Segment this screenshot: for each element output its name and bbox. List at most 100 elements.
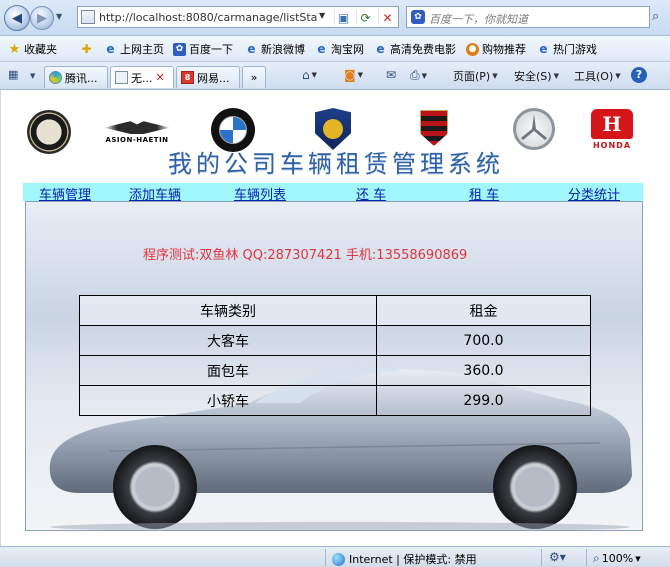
ie-page-icon: e xyxy=(317,41,326,56)
fav-link-movies[interactable]: e 高清免费电影 xyxy=(374,41,456,57)
three-pointed-star-icon xyxy=(521,114,547,140)
refresh-icon[interactable]: ⟳ xyxy=(356,9,374,26)
page-title: 我的公司车辆租赁管理系统 xyxy=(168,150,504,178)
fav-link-label: 百度一下 xyxy=(189,43,233,56)
zoom-control[interactable]: ⌕ 100% ▼ xyxy=(593,551,641,566)
wings-icon xyxy=(104,121,170,134)
page-menu[interactable]: 页面(P) ▼ xyxy=(453,68,498,84)
security-zone-label: Internet | 保护模式: 禁用 xyxy=(349,553,477,566)
status-bar: Internet | 保护模式: 禁用 ⚙▾ ⌕ 100% ▼ xyxy=(0,546,670,567)
tab-qq[interactable]: 腾讯... xyxy=(44,66,108,88)
zoom-level: 100% xyxy=(601,552,634,565)
rss-icon: ◙ xyxy=(344,68,356,82)
chevron-down-icon: ▼ xyxy=(553,72,559,80)
developer-credit: 程序测试:双鱼林 QQ:287307421 手机:13558690869 xyxy=(143,248,468,263)
tab-list-dropdown-icon[interactable]: ▼ xyxy=(30,72,35,80)
table-row: 大客车 700.0 xyxy=(79,325,592,356)
chevron-down-icon: ▼ xyxy=(311,71,318,79)
table-cell-category: 小轿车 xyxy=(79,385,377,416)
compatibility-view-icon[interactable]: ▣ xyxy=(334,9,352,26)
back-button[interactable]: ◀ xyxy=(4,5,30,31)
close-tab-icon[interactable]: ✕ xyxy=(156,71,165,84)
fav-link-label: 购物推荐 xyxy=(482,43,526,56)
search-magnifier-icon[interactable]: ⌕ xyxy=(652,9,659,24)
forward-button[interactable]: ▶ xyxy=(30,6,54,30)
globe-icon xyxy=(332,552,345,566)
honda-h-mark: H xyxy=(591,108,633,139)
more-tabs-label: » xyxy=(250,71,258,84)
fav-link-baidu[interactable]: ✿ 百度一下 xyxy=(173,41,233,57)
safety-menu-label: 安全(S) xyxy=(514,70,552,83)
chevron-down-icon: ▼ xyxy=(635,554,641,563)
table-cell-rent: 299.0 xyxy=(375,385,592,416)
table-row: 小轿车 299.0 xyxy=(79,385,592,416)
tiger-head-icon xyxy=(323,119,343,139)
home-button[interactable]: ⌂ ▼ xyxy=(302,68,317,82)
home-icon: ⌂ xyxy=(302,68,310,82)
fav-link-weibo[interactable]: e 新浪微博 xyxy=(245,41,305,57)
add-favorite-button[interactable]: ✚ xyxy=(80,41,93,57)
tab-label: 无... xyxy=(131,71,153,85)
quick-tabs-icon[interactable]: ▦ xyxy=(8,68,18,81)
bmw-roundel-icon xyxy=(219,116,247,144)
chevron-down-icon: ▼ xyxy=(357,71,364,79)
mail-icon: ✉ xyxy=(386,68,397,82)
chevron-down-icon: ▼ xyxy=(421,71,427,80)
status-divider xyxy=(586,549,587,566)
tab-netease[interactable]: 8 网易... xyxy=(176,66,240,88)
content-panel: 程序测试:双鱼林 QQ:287307421 手机:13558690869 车辆类… xyxy=(25,201,643,531)
shopping-icon: ● xyxy=(466,42,479,56)
favorites-button[interactable]: ★ 收藏夹 xyxy=(8,41,57,57)
crest-icon xyxy=(420,110,448,146)
favorites-bar: ★ 收藏夹 ✚ e 上网主页 ✿ 百度一下 e 新浪微博 e 淘宝网 e 高清免… xyxy=(0,36,670,62)
netease-icon: 8 xyxy=(181,71,194,84)
ie-page-icon: e xyxy=(106,41,115,56)
status-divider xyxy=(541,549,542,566)
baidu-paw-icon: ✿ xyxy=(173,42,186,56)
ie-page-icon: e xyxy=(247,41,256,56)
tab-active-page[interactable]: 无... ✕ xyxy=(110,66,174,88)
printer-icon: ⎙ xyxy=(410,68,420,82)
tools-menu-label: 工具(O) xyxy=(574,70,614,83)
aston-martin-logo: ASION-HAETIN xyxy=(101,114,173,148)
help-icon[interactable]: ? xyxy=(631,67,647,83)
stop-icon[interactable]: ✕ xyxy=(378,9,396,26)
page-menu-label: 页面(P) xyxy=(453,70,491,83)
page-viewport: ASION-HAETIN H HONDA 我的公司车辆租赁管理系统 车辆管理 添… xyxy=(0,90,670,546)
column-header-category: 车辆类别 xyxy=(79,295,377,326)
baidu-paw-icon: ✿ xyxy=(411,10,425,24)
security-zone[interactable]: Internet | 保护模式: 禁用 xyxy=(332,551,477,567)
address-dropdown-icon[interactable]: ▼ xyxy=(319,11,325,20)
fav-link-label: 高清免费电影 xyxy=(390,43,456,56)
table-cell-category: 大客车 xyxy=(79,325,377,356)
search-field[interactable]: ✿ 百度一下，你就知道 xyxy=(406,6,650,28)
fav-link-home[interactable]: e 上网主页 xyxy=(104,41,164,57)
popup-blocker-icon[interactable]: ⚙▾ xyxy=(549,550,566,564)
print-button[interactable]: ⎙ ▼ xyxy=(410,68,427,83)
search-placeholder[interactable]: 百度一下，你就知道 xyxy=(429,11,528,27)
fav-link-label: 淘宝网 xyxy=(331,43,364,56)
fav-link-games[interactable]: e 热门游戏 xyxy=(537,41,597,57)
feeds-button[interactable]: ◙ ▼ xyxy=(344,68,363,82)
url-text[interactable]: http://localhost:8080/carmanage/listSta xyxy=(99,11,331,24)
ie-page-icon: e xyxy=(539,41,548,56)
more-tabs-button[interactable]: » xyxy=(242,66,266,88)
main-menu: 车辆管理 添加车辆 车辆列表 还 车 租 车 分类统计 xyxy=(23,183,643,203)
table-cell-rent: 360.0 xyxy=(375,355,592,386)
fav-link-shopping[interactable]: ● 购物推荐 xyxy=(466,41,526,57)
tools-menu[interactable]: 工具(O) ▼ xyxy=(574,68,621,84)
zoom-magnifier-icon: ⌕ xyxy=(593,551,600,565)
address-field[interactable]: http://localhost:8080/carmanage/listSta … xyxy=(77,6,399,28)
loading-icon xyxy=(49,71,62,84)
mail-button[interactable]: ✉ xyxy=(386,68,396,82)
status-divider xyxy=(325,549,326,566)
column-header-rent: 租金 xyxy=(375,295,592,326)
aston-logo-text: ASION-HAETIN xyxy=(105,136,169,144)
fav-link-taobao[interactable]: e 淘宝网 xyxy=(315,41,364,57)
tab-command-bar: ▦ ▼ 腾讯... 无... ✕ 8 网易... » ⌂ ▼ ◙ ▼ ✉ ⎙ ▼ 页面… xyxy=(0,62,670,90)
add-favorite-star-icon: ✚ xyxy=(81,41,92,56)
safety-menu[interactable]: 安全(S) ▼ xyxy=(514,68,559,84)
table-cell-rent: 700.0 xyxy=(375,325,592,356)
history-dropdown-icon[interactable]: ▼ xyxy=(56,12,62,21)
table-row: 面包车 360.0 xyxy=(79,355,592,386)
